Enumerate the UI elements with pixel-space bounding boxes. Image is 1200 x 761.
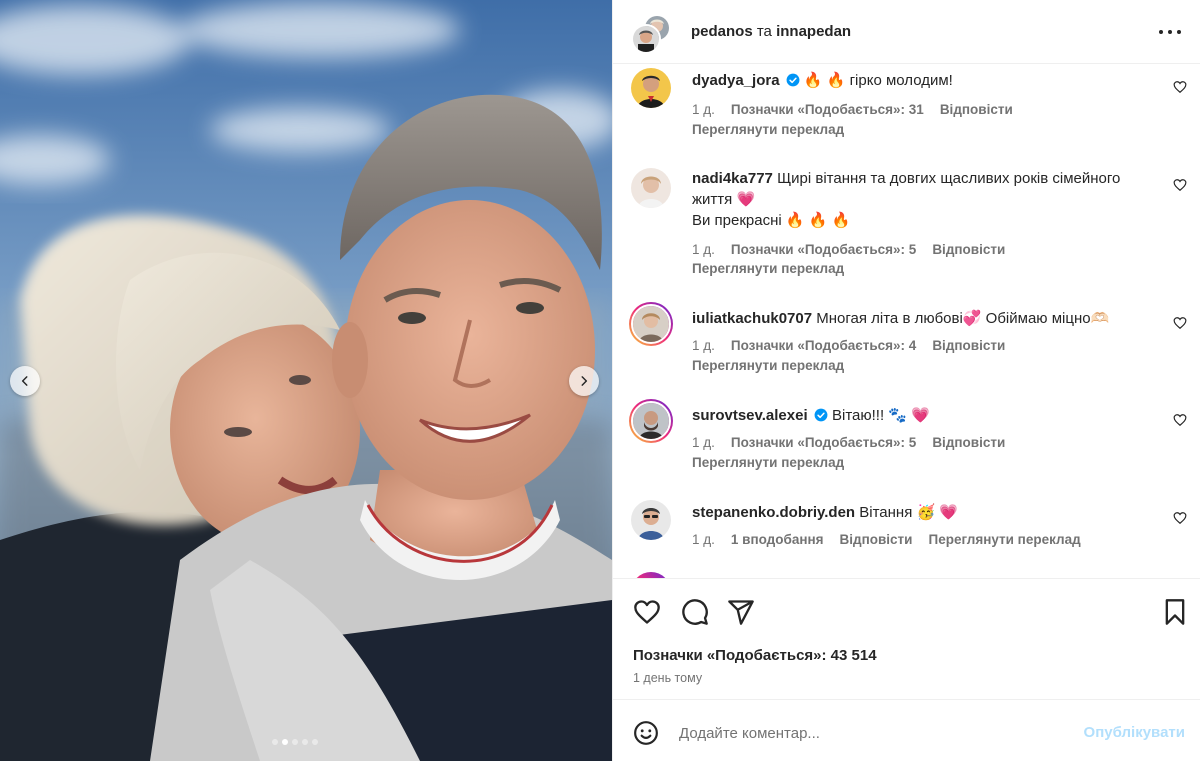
avatar-pedanos[interactable] <box>631 24 661 54</box>
comment-likes[interactable]: Позначки «Подобається»: 4 <box>731 338 916 353</box>
comment-avatar-story-ring[interactable] <box>629 302 673 346</box>
carousel-dot <box>302 739 308 745</box>
comment-meta: 1 д. Позначки «Подобається»: 5 Відповіст… <box>692 435 1005 450</box>
carousel-dot <box>272 739 278 745</box>
comment-time[interactable]: 1 д. <box>692 338 715 353</box>
author-pedanos-link[interactable]: pedanos <box>691 23 753 40</box>
carousel-dot <box>292 739 298 745</box>
add-comment-input[interactable] <box>679 718 1069 748</box>
comment-text: 🔥 🔥 гірко молодим! <box>803 72 953 89</box>
post-time[interactable]: 1 день тому <box>633 671 702 685</box>
comment-like-heart-icon[interactable] <box>1173 413 1187 427</box>
comment-text-line2: Ви прекрасні 🔥 🔥 🔥 <box>692 212 851 229</box>
carousel-prev-button[interactable] <box>10 366 40 396</box>
comment-likes[interactable]: Позначки «Подобається»: 5 <box>731 242 916 257</box>
carousel-dot <box>312 739 318 745</box>
comment-username[interactable]: iuliatkachuk0707 <box>692 310 812 327</box>
comment-username[interactable]: dyadya_jora <box>692 72 780 89</box>
comment-avatar[interactable] <box>631 500 671 540</box>
comment-reply-button[interactable]: Відповісти <box>940 102 1013 117</box>
comment-likes[interactable]: Позначки «Подобається»: 5 <box>731 435 916 450</box>
comment-text: Многая літа в любові💞 Обіймаю міцно🫶🏻 <box>816 310 1110 327</box>
verified-badge-icon <box>814 408 828 422</box>
comment-translate-button[interactable]: Переглянути переклад <box>692 358 844 373</box>
comment-username[interactable]: nadi4ka777 <box>692 170 773 187</box>
carousel-next-button[interactable] <box>569 366 599 396</box>
comment-likes[interactable]: 1 вподобання <box>731 532 824 547</box>
comment-like-heart-icon[interactable] <box>1173 80 1187 94</box>
carousel-dot <box>282 739 288 745</box>
comment-reply-button[interactable]: Відповісти <box>932 338 1005 353</box>
emoji-smile-icon[interactable] <box>633 720 659 746</box>
comment-like-heart-icon[interactable] <box>1173 178 1187 192</box>
comment-translate-button[interactable]: Переглянути переклад <box>692 455 844 470</box>
comment-reply-button[interactable]: Відповісти <box>932 242 1005 257</box>
chevron-right-icon <box>581 376 588 386</box>
comment-reply-button[interactable]: Відповісти <box>932 435 1005 450</box>
comment-meta: 1 д. 1 вподобання Відповісти Переглянути… <box>692 532 1081 547</box>
post-side-panel: pedanos та innapedan dyadya_jora 🔥 🔥 гір… <box>612 0 1200 761</box>
comment-avatar[interactable] <box>631 168 671 208</box>
comment-avatar-story-ring[interactable] <box>629 399 673 443</box>
authors-joiner: та <box>756 23 772 40</box>
selfie-photo-image <box>0 0 612 761</box>
comment-translate-button[interactable]: Переглянути переклад <box>692 122 844 137</box>
comment-meta: 1 д. Позначки «Подобається»: 31 Відповіс… <box>692 102 1013 117</box>
comments-list[interactable]: dyadya_jora 🔥 🔥 гірко молодим! 1 д. Позн… <box>613 64 1200 578</box>
post-header: pedanos та innapedan <box>613 0 1200 64</box>
comment-likes[interactable]: Позначки «Подобається»: 31 <box>731 102 924 117</box>
like-heart-icon[interactable] <box>633 598 661 626</box>
add-comment-bar: Опублікувати <box>613 699 1200 761</box>
comment-icon[interactable] <box>681 598 709 626</box>
share-send-icon[interactable] <box>727 598 755 626</box>
post-authors: pedanos та innapedan <box>691 23 851 40</box>
comment-translate-button[interactable]: Переглянути переклад <box>692 261 844 276</box>
comment-translate-button[interactable]: Переглянути переклад <box>928 532 1080 547</box>
chevron-left-icon <box>21 376 28 386</box>
more-options-icon[interactable] <box>1159 22 1181 42</box>
comment-reply-button[interactable]: Відповісти <box>840 532 913 547</box>
post-comment-button[interactable]: Опублікувати <box>1084 724 1185 741</box>
comment-time[interactable]: 1 д. <box>692 242 715 257</box>
collab-avatars[interactable] <box>631 14 671 54</box>
author-innapedan-link[interactable]: innapedan <box>776 23 851 40</box>
comment-meta: 1 д. Позначки «Подобається»: 5 Відповіст… <box>692 242 1005 257</box>
comment-username[interactable]: surovtsev.alexei <box>692 407 808 424</box>
likes-count[interactable]: Позначки «Подобається»: 43 514 <box>633 647 877 664</box>
verified-badge-icon <box>786 73 800 87</box>
comment-like-heart-icon[interactable] <box>1173 511 1187 525</box>
comment-time[interactable]: 1 д. <box>692 532 715 547</box>
post-actions: Позначки «Подобається»: 43 514 1 день то… <box>613 578 1200 758</box>
save-bookmark-icon[interactable] <box>1161 598 1189 626</box>
comment-meta: 1 д. Позначки «Подобається»: 4 Відповіст… <box>692 338 1005 353</box>
comment-time[interactable]: 1 д. <box>692 435 715 450</box>
comment-avatar[interactable] <box>631 68 671 108</box>
carousel-dots <box>272 739 318 745</box>
comment-like-heart-icon[interactable] <box>1173 316 1187 330</box>
comment-text: Вітання 🥳 💗 <box>859 504 959 521</box>
comment-text: Вітаю!!! 🐾 💗 <box>831 407 930 424</box>
comment-username[interactable]: stepanenko.dobriy.den <box>692 504 855 521</box>
comment-time[interactable]: 1 д. <box>692 102 715 117</box>
post-photo[interactable] <box>0 0 612 761</box>
